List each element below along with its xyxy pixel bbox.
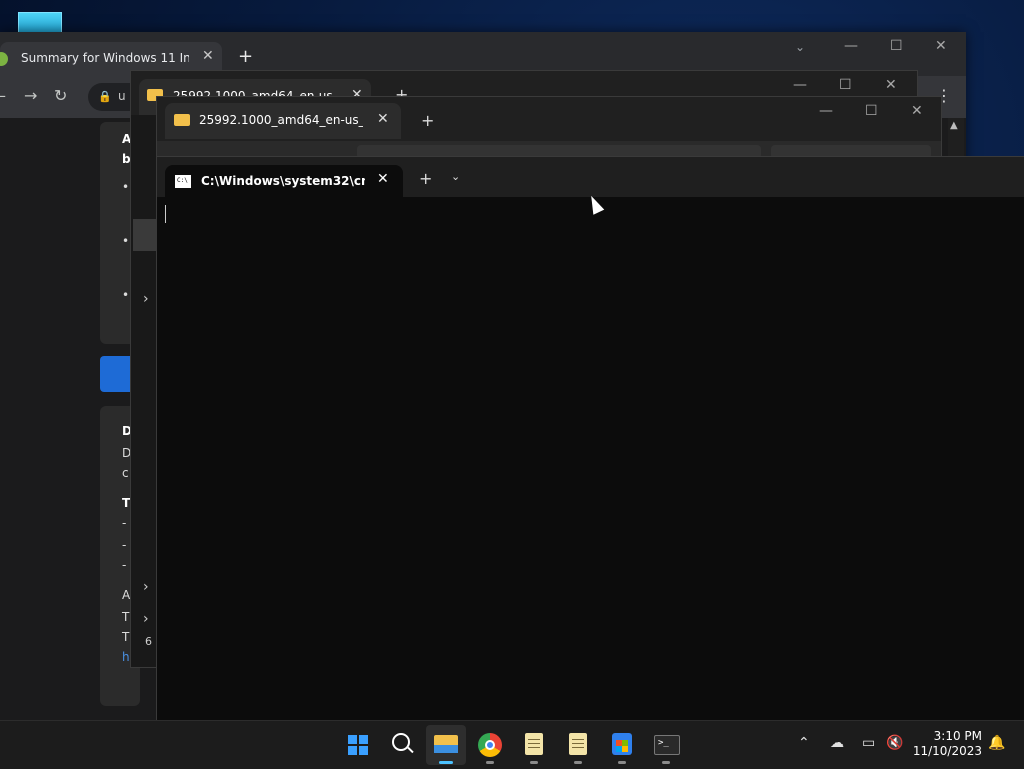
close-tab-icon[interactable]: ✕ — [202, 48, 214, 64]
explorer-navbar — [157, 141, 941, 159]
card2-text: - — [122, 538, 127, 552]
terminal-icon — [654, 735, 680, 755]
folder-icon — [174, 114, 190, 126]
card2-text: c — [122, 466, 129, 480]
search-button[interactable] — [382, 725, 422, 765]
minimize-icon[interactable]: — — [844, 38, 858, 54]
notification-bell-icon[interactable]: 🔔 — [988, 735, 1005, 751]
close-window-icon[interactable]: ✕ — [911, 103, 923, 119]
chevron-down-icon[interactable]: ⌄ — [451, 170, 460, 183]
minimize-icon[interactable]: — — [819, 103, 833, 119]
chevron-right-icon[interactable]: › — [143, 579, 149, 595]
lock-icon: 🔒 — [98, 90, 112, 103]
url-text: u — [118, 89, 126, 103]
running-indicator — [662, 761, 670, 764]
close-tab-icon[interactable]: ✕ — [377, 111, 389, 127]
card2-link[interactable]: h — [122, 650, 130, 664]
site-favicon-icon — [0, 52, 8, 66]
maximize-icon[interactable]: ☐ — [865, 103, 878, 119]
card2-text: - — [122, 516, 127, 530]
minimize-icon[interactable]: — — [793, 77, 807, 93]
running-indicator — [574, 761, 582, 764]
file-explorer-icon — [434, 735, 458, 753]
explorer-tab[interactable]: 25992.1000_amd64_en-us_pro ✕ — [165, 103, 401, 139]
terminal-tab-title: C:\Windows\system32\cmd.exe — [201, 174, 365, 188]
windows-logo-icon — [348, 735, 368, 755]
taskbar-chrome[interactable] — [470, 725, 510, 765]
running-indicator — [618, 761, 626, 764]
forward-arrow-icon[interactable]: → — [24, 86, 37, 105]
explorer-tab-title: 25992.1000_amd64_en-us_pro — [199, 113, 363, 127]
card2-text: T — [122, 496, 131, 510]
clock-time: 3:10 PM — [933, 729, 982, 743]
taskbar-notepad-1[interactable] — [514, 725, 554, 765]
clock[interactable]: 3:10 PM 11/10/2023 — [912, 729, 982, 759]
maximize-icon[interactable]: ☐ — [890, 38, 903, 54]
bullet: • — [122, 234, 130, 248]
volume-muted-icon[interactable]: 🔇 — [886, 735, 903, 751]
cmd-icon — [175, 175, 191, 188]
notepad-icon — [525, 733, 543, 755]
new-tab-button[interactable]: + — [419, 169, 432, 188]
bullet: • — [122, 288, 130, 302]
terminal-tab[interactable]: C:\Windows\system32\cmd.exe ✕ — [165, 165, 403, 197]
card2-text: - — [122, 558, 127, 572]
close-window-icon[interactable]: ✕ — [885, 77, 897, 93]
chrome-icon — [478, 733, 502, 757]
onedrive-icon[interactable]: ☁ — [830, 735, 844, 751]
maximize-icon[interactable]: ☐ — [839, 77, 852, 93]
reload-icon[interactable]: ↻ — [54, 86, 67, 105]
chevron-right-icon[interactable]: › — [143, 291, 149, 307]
taskbar-file-explorer[interactable] — [426, 725, 466, 765]
terminal-window: C:\Windows\system32\cmd.exe ✕ + ⌄ — [156, 156, 1024, 721]
taskbar-store[interactable] — [602, 725, 642, 765]
terminal-tabbar: C:\Windows\system32\cmd.exe ✕ + ⌄ — [157, 157, 1024, 197]
chrome-tab-title: Summary for Windows 11 Insider — [21, 51, 189, 65]
running-indicator — [439, 761, 453, 764]
taskbar: ⌃ ☁ ▭ 🔇 3:10 PM 11/10/2023 🔔 — [0, 720, 1024, 769]
search-icon — [392, 733, 410, 751]
close-tab-icon[interactable]: ✕ — [377, 171, 389, 187]
running-indicator — [530, 761, 538, 764]
network-icon[interactable]: ▭ — [862, 735, 875, 751]
close-window-icon[interactable]: ✕ — [935, 38, 947, 54]
running-indicator — [486, 761, 494, 764]
clock-date: 11/10/2023 — [912, 744, 982, 758]
start-button[interactable] — [338, 725, 378, 765]
bullet: • — [122, 180, 130, 194]
taskbar-terminal[interactable] — [646, 725, 686, 765]
card2-text: T — [122, 630, 130, 644]
tab-search-icon[interactable]: ⌄ — [795, 40, 805, 54]
new-tab-button[interactable]: + — [238, 46, 253, 67]
card2-text: A — [122, 588, 131, 602]
card2-text: T — [122, 610, 130, 624]
notepad-icon — [569, 733, 587, 755]
scroll-up-icon[interactable]: ▲ — [950, 120, 958, 131]
file-explorer-window-front: 25992.1000_amd64_en-us_pro ✕ + — ☐ ✕ — [156, 96, 942, 159]
new-tab-button[interactable]: + — [421, 111, 434, 130]
store-icon — [612, 733, 632, 755]
chevron-right-icon[interactable]: › — [143, 611, 149, 627]
text-cursor — [165, 205, 166, 223]
back-arrow-icon[interactable]: – — [0, 86, 6, 105]
taskbar-notepad-2[interactable] — [558, 725, 598, 765]
chevron-up-icon[interactable]: ⌃ — [798, 735, 810, 751]
